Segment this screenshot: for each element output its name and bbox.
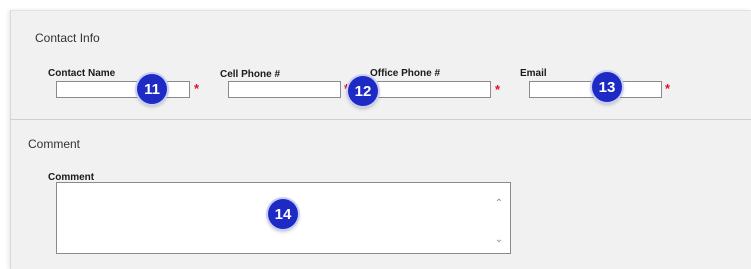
contact-name-label: Contact Name [48,68,116,79]
annotation-badge-12: 12 [348,76,378,106]
annotation-badge-13: 13 [592,72,622,102]
contact-name-required-icon: * [194,81,200,96]
office-phone-label: Office Phone # [370,68,441,79]
comment-section-title: Comment [28,137,81,151]
email-label: Email [520,68,547,79]
cell-phone-input[interactable] [228,81,341,98]
scroll-down-icon[interactable]: ⌄ [494,235,504,245]
annotation-badge-14: 14 [268,199,298,229]
contact-name-input[interactable] [56,81,190,98]
form-panel: Contact Info Contact Name * Cell Phone #… [10,10,751,269]
office-phone-input[interactable] [370,81,491,98]
annotation-badge-11: 11 [137,74,167,104]
cell-phone-label: Cell Phone # [220,69,281,80]
office-phone-required-icon: * [495,82,501,97]
contact-info-title: Contact Info [35,31,100,45]
section-divider [11,119,751,120]
email-required-icon: * [665,81,671,96]
scroll-up-icon[interactable]: ⌃ [494,199,504,209]
